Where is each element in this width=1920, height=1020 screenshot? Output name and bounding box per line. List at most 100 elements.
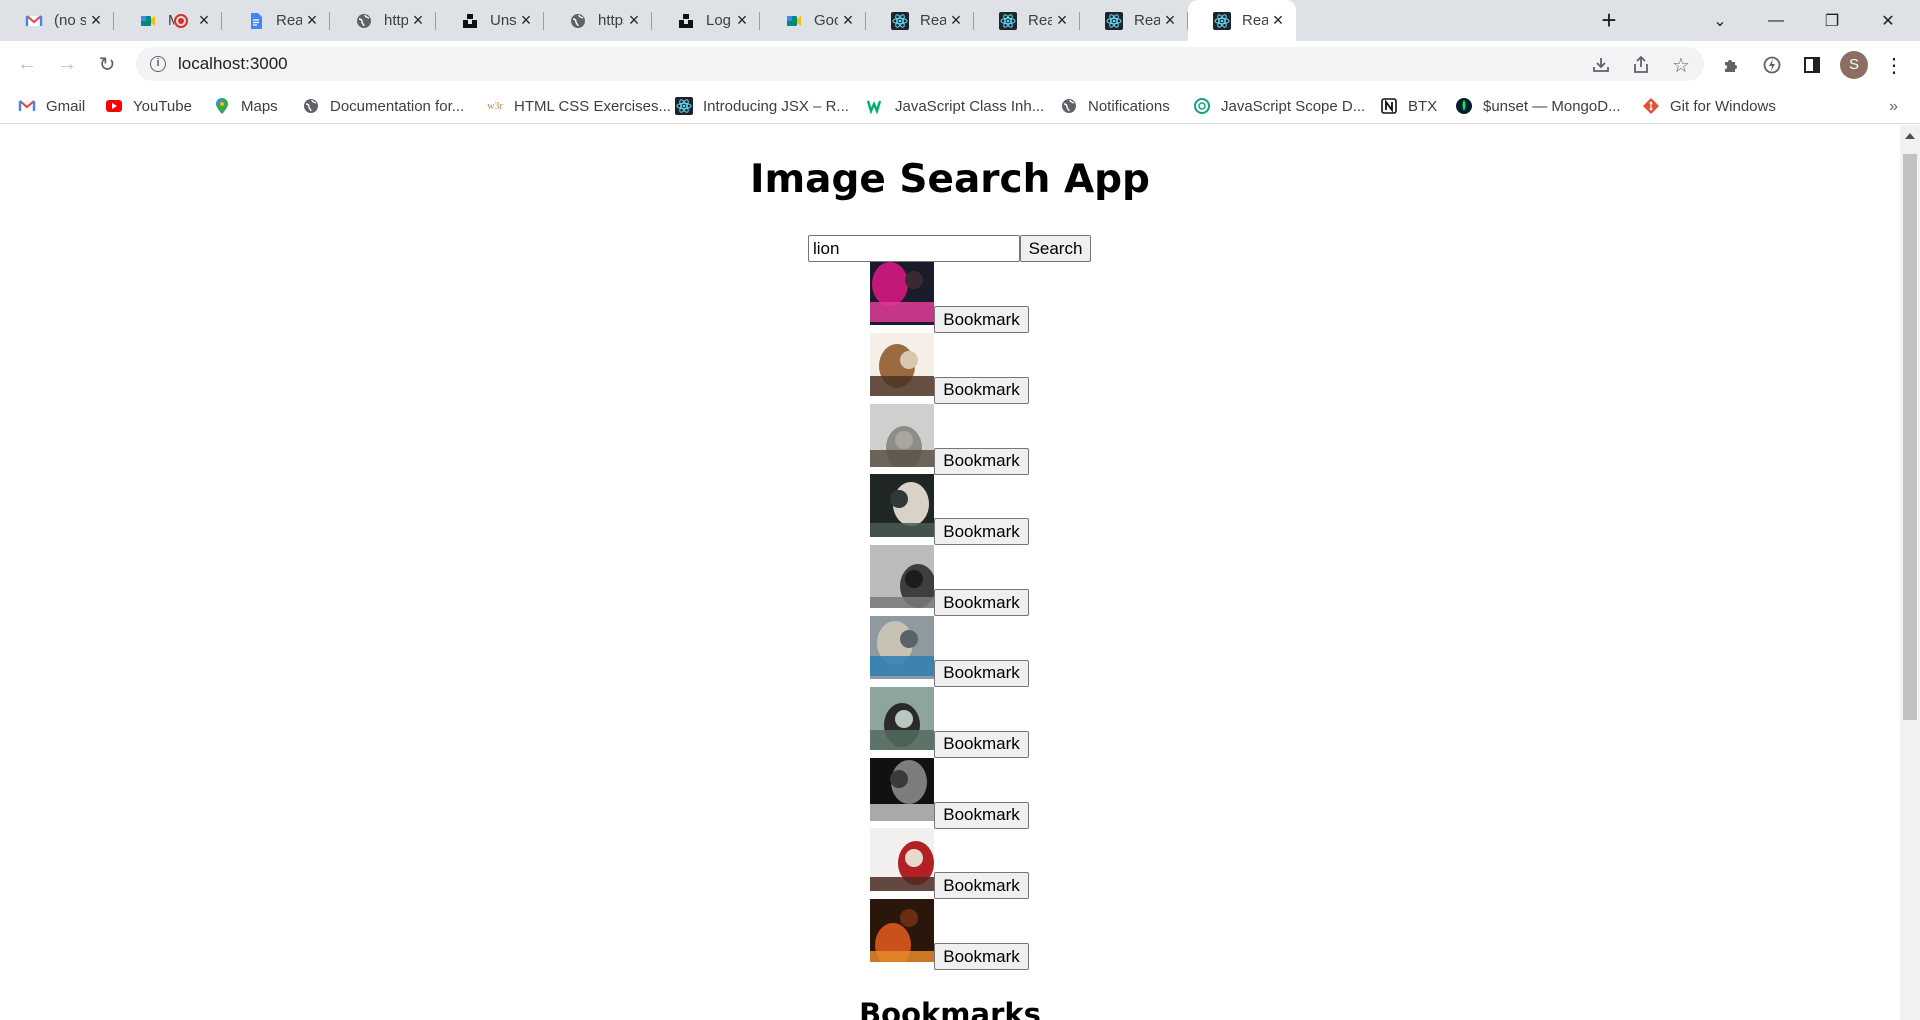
search-button[interactable]: Search [1020,235,1091,262]
bookmark-button[interactable]: Bookmark [934,730,1029,758]
gmail-icon [18,97,36,115]
star-icon[interactable]: ☆ [1670,54,1692,77]
close-tab-icon[interactable]: × [946,10,966,31]
tab-title: React App [1134,12,1160,29]
bookmark-html-css-exercises[interactable]: w3r HTML CSS Exercises... [486,94,671,118]
browser-tab[interactable]: Meet× [114,0,222,41]
bookmark-introducing-jsx-r[interactable]: Introducing JSX – R... [675,94,849,118]
close-tab-icon[interactable]: × [194,10,214,31]
bookmark-button[interactable]: Bookmark [934,518,1029,546]
bookmark-label: Maps [241,97,278,115]
browser-tab[interactable]: https://× [544,0,652,41]
bookmark-label: Introducing JSX – R... [703,97,849,115]
close-tab-icon[interactable]: × [408,10,428,31]
browser-tab[interactable]: Google Meet× [760,0,866,41]
browser-tab[interactable]: React App× [1188,0,1296,41]
browser-tab[interactable]: React App× [1080,0,1188,41]
close-tab-icon[interactable]: × [624,10,644,31]
meet-icon [138,11,158,31]
bookmark-youtube[interactable]: YouTube [105,94,192,118]
back-button[interactable]: ← [12,49,42,79]
result-thumbnail[interactable] [870,474,934,538]
result-thumbnail[interactable] [870,828,934,892]
bookmark-button[interactable]: Bookmark [934,801,1029,829]
result-thumbnail[interactable] [870,545,934,609]
close-tab-icon[interactable]: × [838,10,858,31]
tab-title: React App [1242,12,1268,29]
search-input[interactable] [808,235,1020,262]
bookmark-label: JavaScript Class Inh... [895,97,1045,115]
bookmark-button[interactable]: Bookmark [934,306,1029,333]
browser-tab[interactable]: React App× [866,0,974,41]
close-tab-icon[interactable]: × [302,10,322,31]
browser-tab[interactable]: (no subject)× [0,0,114,41]
performance-icon[interactable] [1760,53,1784,77]
result-thumbnail[interactable] [870,615,934,679]
bookmark-button[interactable]: Bookmark [934,943,1029,971]
extensions-icon[interactable] [1719,53,1743,77]
bookmark-btx[interactable]: BTX [1380,94,1437,118]
tab-title: https:// [598,12,624,29]
close-tab-icon[interactable]: × [1160,10,1180,31]
browser-tab[interactable]: React - Google Docs× [222,0,330,41]
tab-title: React - Google Docs [276,12,302,29]
more-bookmarks-icon[interactable]: » [1889,98,1898,116]
bookmark-gmail[interactable]: Gmail [18,94,85,118]
browser-tab[interactable]: React App× [974,0,1080,41]
image-result: Bookmark [870,545,1070,617]
image-result: Bookmark [870,899,1070,971]
minimize-button[interactable]: — [1748,0,1804,41]
result-thumbnail[interactable] [870,332,934,396]
bookmark-javascript-scope-d[interactable]: JavaScript Scope D... [1193,94,1365,118]
bookmark-git-for-windows[interactable]: Git for Windows [1642,94,1776,118]
close-tab-icon[interactable]: × [1268,10,1288,31]
result-thumbnail[interactable] [870,686,934,750]
menu-kebab-icon[interactable]: ⋮ [1882,53,1906,77]
page-title: Image Search App [750,157,1150,202]
bookmark-javascript-class-inh[interactable]: JavaScript Class Inh... [867,94,1044,118]
bookmark-button[interactable]: Bookmark [934,872,1029,900]
tab-title: (no subject) [54,12,86,29]
forward-button[interactable]: → [52,49,82,79]
browser-tab[interactable]: Unsplash× [436,0,544,41]
site-info-icon[interactable]: i [150,56,166,72]
bookmark-label: Notifications [1088,97,1170,115]
browser-tab[interactable]: https://× [330,0,436,41]
reload-button[interactable]: ↻ [92,49,122,79]
maximize-button[interactable]: ❐ [1804,0,1860,41]
scroll-up-arrow-icon[interactable] [1905,133,1915,139]
gmail-icon [24,11,44,31]
bookmark-notifications[interactable]: Notifications [1060,94,1170,118]
browser-tab[interactable]: Login | Unsplash× [652,0,760,41]
tab-title: https:// [384,12,408,29]
bookmark-button[interactable]: Bookmark [934,447,1029,475]
close-window-button[interactable]: ✕ [1860,0,1916,41]
close-tab-icon[interactable]: × [1052,10,1072,31]
result-thumbnail[interactable] [870,403,934,467]
mongodb-icon [1455,97,1473,115]
tab-search-chevron-icon[interactable]: ⌄ [1692,0,1748,41]
bookmark-maps[interactable]: Maps [213,94,278,118]
scroll-thumb[interactable] [1903,154,1917,720]
result-thumbnail[interactable] [870,757,934,821]
bookmark-button[interactable]: Bookmark [934,376,1029,404]
result-thumbnail[interactable] [870,899,934,963]
result-thumbnail[interactable] [870,262,934,325]
react-icon [1212,11,1232,31]
bookmark-documentation-for[interactable]: Documentation for... [302,94,464,118]
page-scrollbar[interactable] [1900,125,1920,1020]
profile-avatar[interactable]: S [1840,51,1868,79]
install-icon[interactable] [1590,54,1612,76]
close-tab-icon[interactable]: × [732,10,752,31]
close-tab-icon[interactable]: × [516,10,536,31]
bookmark-label: HTML CSS Exercises... [514,97,671,115]
bookmark-unset-mongod[interactable]: $unset — MongoD... [1455,94,1621,118]
bookmark-button[interactable]: Bookmark [934,659,1029,687]
side-panel-icon[interactable] [1800,53,1824,77]
address-bar[interactable]: i localhost:3000 ☆ [136,47,1704,81]
close-tab-icon[interactable]: × [86,10,106,31]
share-icon[interactable] [1630,54,1652,76]
image-result: Bookmark [870,686,1070,758]
new-tab-button[interactable]: + [1596,7,1622,34]
bookmark-button[interactable]: Bookmark [934,589,1029,617]
